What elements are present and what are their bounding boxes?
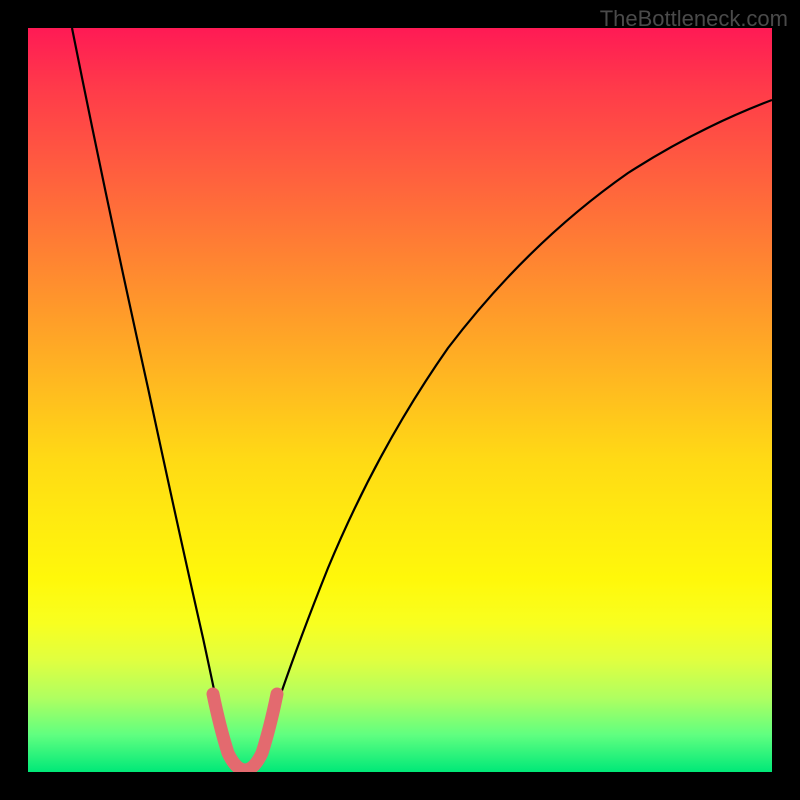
left-curve (72, 28, 226, 748)
curve-group (72, 28, 772, 770)
valley-highlight (213, 694, 277, 770)
right-curve (263, 100, 772, 748)
chart-svg (28, 28, 772, 772)
watermark-text: TheBottleneck.com (600, 6, 788, 32)
plot-background (28, 28, 772, 772)
